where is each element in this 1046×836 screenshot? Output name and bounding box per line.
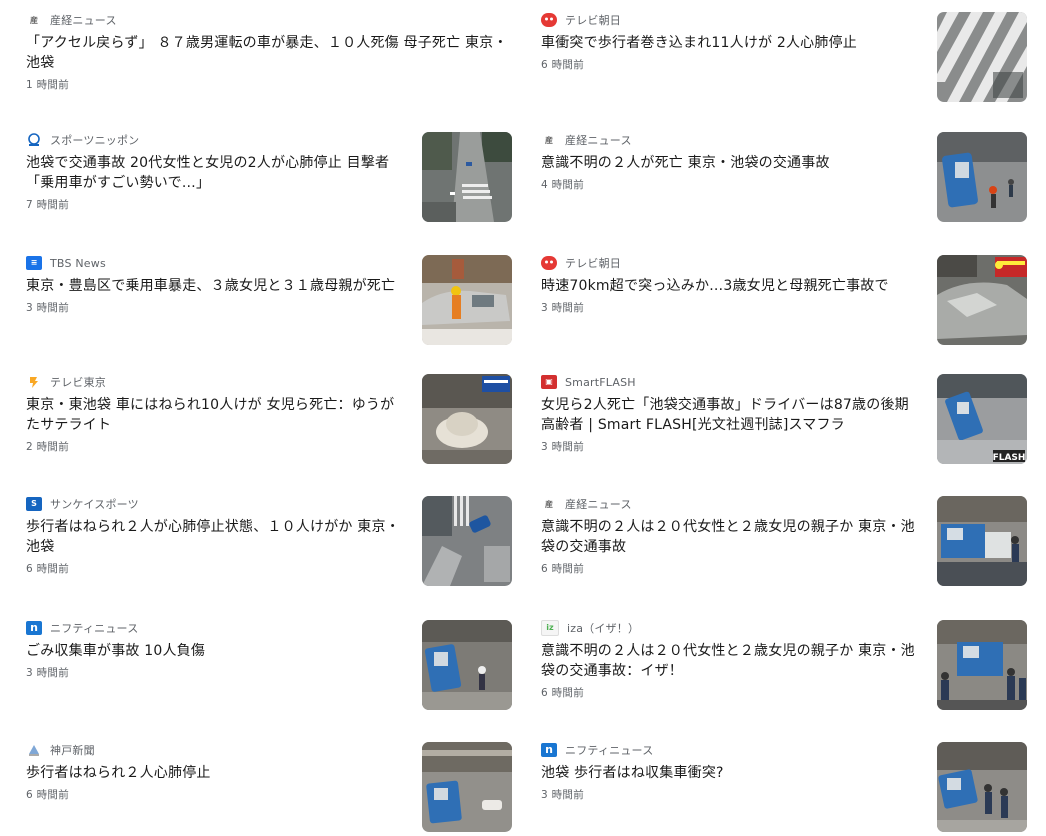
crashed-car-thumbnail[interactable]: [422, 255, 512, 345]
sankei-sports-logo-icon: S: [26, 497, 42, 511]
nifty-logo-icon: n: [541, 743, 557, 757]
article-headline[interactable]: 池袋で交通事故 20代女性と女児の2人が心肺停止 目撃者「乗用車がすごい勢いで……: [26, 153, 406, 193]
article-headline[interactable]: 歩行者はねられ２人が心肺停止状態、１０人けがか 東京・池袋: [26, 517, 406, 557]
article-headline[interactable]: 池袋 歩行者はね収集車衝突?: [541, 763, 921, 783]
article-headline[interactable]: 歩行者はねられ２人心肺停止: [26, 763, 406, 783]
news-results-grid: 産 産経ニュース 「アクセル戻らず」 ８７歳男運転の車が暴走、１０人死傷 母子死…: [0, 0, 1046, 836]
helmet-debris-thumbnail[interactable]: [422, 374, 512, 464]
news-card[interactable]: 産 産経ニュース 「アクセル戻らず」 ８７歳男運転の車が暴走、１０人死傷 母子死…: [26, 0, 512, 118]
article-headline[interactable]: 意識不明の２人は２０代女性と２歳女児の親子か 東京・池袋の交通事故：イザ！: [541, 641, 921, 681]
article-headline[interactable]: 東京・豊島区で乗用車暴走、３歳女児と３１歳母親が死亡: [26, 276, 406, 296]
sankei-logo-icon: 産: [541, 497, 557, 511]
source-name: ニフティニュース: [50, 622, 139, 635]
article-headline[interactable]: 「アクセル戻らず」 ８７歳男運転の車が暴走、１０人死傷 母子死亡 東京・池袋: [26, 33, 512, 73]
news-source: 神戸新聞: [26, 742, 406, 758]
news-card[interactable]: ≡ TBS News 東京・豊島区で乗用車暴走、３歳女児と３１歳母親が死亡 3 …: [26, 243, 512, 361]
flash-truck-thumbnail[interactable]: FLASH: [937, 374, 1027, 464]
news-card[interactable]: スポーツニッポン 池袋で交通事故 20代女性と女児の2人が心肺停止 目撃者「乗用…: [26, 120, 512, 238]
tbs-news-logo-icon: ≡: [26, 256, 42, 270]
article-headline[interactable]: 時速70km超で突っ込みか…3歳女児と母親死亡事故で: [541, 276, 921, 296]
news-source: ≡ TBS News: [26, 255, 406, 271]
news-card[interactable]: n ニフティニュース 池袋 歩行者はね収集車衝突? 3 時間前: [541, 730, 1027, 836]
article-headline[interactable]: 車衝突で歩行者巻き込まれ11人けが 2人心肺停止: [541, 33, 921, 53]
source-name: 神戸新聞: [50, 744, 95, 757]
source-name: テレビ朝日: [565, 14, 621, 27]
aerial-street-thumbnail[interactable]: [422, 132, 512, 222]
news-source: 産 産経ニュース: [541, 132, 921, 148]
tv-asahi-logo-icon: [541, 13, 557, 27]
news-card[interactable]: ▣ SmartFLASH 女児ら2人死亡「池袋交通事故」ドライバーは87歳の後期…: [541, 362, 1027, 480]
nifty-logo-icon: n: [26, 621, 42, 635]
svg-text:産: 産: [545, 499, 553, 509]
source-name: 産経ニュース: [565, 134, 632, 147]
news-card[interactable]: iz iza（イザ！） 意識不明の２人は２０代女性と２歳女児の親子か 東京・池袋…: [541, 608, 1027, 726]
source-name: スポーツニッポン: [50, 134, 140, 147]
news-card[interactable]: 産 産経ニュース 意識不明の２人が死亡 東京・池袋の交通事故 4 時間前: [541, 120, 1027, 238]
police-truck-thumbnail[interactable]: [937, 620, 1027, 710]
tv-tokyo-logo-icon: [26, 375, 42, 389]
news-card[interactable]: テレビ東京 東京・東池袋 車にはねられ10人けが 女児ら死亡：ゆうがたサテライト…: [26, 362, 512, 480]
news-card[interactable]: 神戸新聞 歩行者はねられ２人心肺停止 6 時間前: [26, 730, 512, 836]
article-headline[interactable]: 東京・東池袋 車にはねられ10人けが 女児ら死亡：ゆうがたサテライト: [26, 395, 406, 435]
news-card[interactable]: n ニフティニュース ごみ収集車が事故 10人負傷 3 時間前: [26, 608, 512, 726]
news-source: テレビ朝日: [541, 255, 921, 271]
news-source: テレビ東京: [26, 374, 406, 390]
source-name: SmartFLASH: [565, 375, 636, 389]
news-card[interactable]: テレビ朝日 時速70km超で突っ込みか…3歳女児と母親死亡事故で 3 時間前: [541, 243, 1027, 361]
article-headline[interactable]: ごみ収集車が事故 10人負傷: [26, 641, 406, 661]
svg-text:FLASH: FLASH: [993, 453, 1026, 463]
news-card[interactable]: S サンケイスポーツ 歩行者はねられ２人が心肺停止状態、１０人けがか 東京・池袋…: [26, 484, 512, 602]
aerial-scene-thumbnail[interactable]: [422, 496, 512, 586]
kobe-shimbun-logo-icon: [26, 743, 42, 757]
source-name: テレビ朝日: [565, 257, 621, 270]
source-name: 産経ニュース: [565, 498, 632, 511]
source-name: テレビ東京: [50, 376, 106, 389]
sponichi-logo-icon: [26, 133, 42, 147]
source-name: 産経ニュース: [50, 14, 117, 27]
sankei-logo-icon: 産: [541, 133, 557, 147]
iza-logo-icon: iz: [541, 620, 559, 636]
crosswalk-thumbnail[interactable]: [937, 12, 1027, 102]
garbage-truck-thumbnail[interactable]: [422, 620, 512, 710]
truck-crowd-thumbnail[interactable]: [937, 496, 1027, 586]
article-headline[interactable]: 意識不明の２人は２０代女性と２歳女児の親子か 東京・池袋の交通事故: [541, 517, 921, 557]
news-source: n ニフティニュース: [541, 742, 921, 758]
damaged-car-thumbnail[interactable]: [937, 255, 1027, 345]
svg-text:産: 産: [30, 15, 38, 25]
smartflash-logo-icon: ▣: [541, 375, 557, 389]
source-name: iza（イザ！）: [567, 622, 640, 635]
street-police-thumbnail[interactable]: [937, 742, 1027, 832]
overpass-truck-thumbnail[interactable]: [422, 742, 512, 832]
news-card[interactable]: テレビ朝日 車衝突で歩行者巻き込まれ11人けが 2人心肺停止 6 時間前: [541, 0, 1027, 118]
news-card[interactable]: 産 産経ニュース 意識不明の２人は２０代女性と２歳女児の親子か 東京・池袋の交通…: [541, 484, 1027, 602]
news-source: n ニフティニュース: [26, 620, 406, 636]
article-headline[interactable]: 女児ら2人死亡「池袋交通事故」ドライバーは87歳の後期高齢者 | Smart F…: [541, 395, 921, 435]
news-source: S サンケイスポーツ: [26, 496, 406, 512]
news-source: iz iza（イザ！）: [541, 620, 921, 636]
news-source: テレビ朝日: [541, 12, 921, 28]
news-source: 産 産経ニュース: [26, 12, 512, 28]
source-name: ニフティニュース: [565, 744, 654, 757]
overturned-truck-thumbnail[interactable]: [937, 132, 1027, 222]
svg-text:産: 産: [545, 135, 553, 145]
news-source: ▣ SmartFLASH: [541, 374, 921, 390]
news-source: スポーツニッポン: [26, 132, 406, 148]
source-name: サンケイスポーツ: [50, 498, 139, 511]
tv-asahi-logo-icon: [541, 256, 557, 270]
source-name: TBS News: [50, 256, 106, 270]
article-headline[interactable]: 意識不明の２人が死亡 東京・池袋の交通事故: [541, 153, 921, 173]
news-source: 産 産経ニュース: [541, 496, 921, 512]
article-time: 1 時間前: [26, 79, 70, 91]
sankei-logo-icon: 産: [26, 13, 42, 27]
